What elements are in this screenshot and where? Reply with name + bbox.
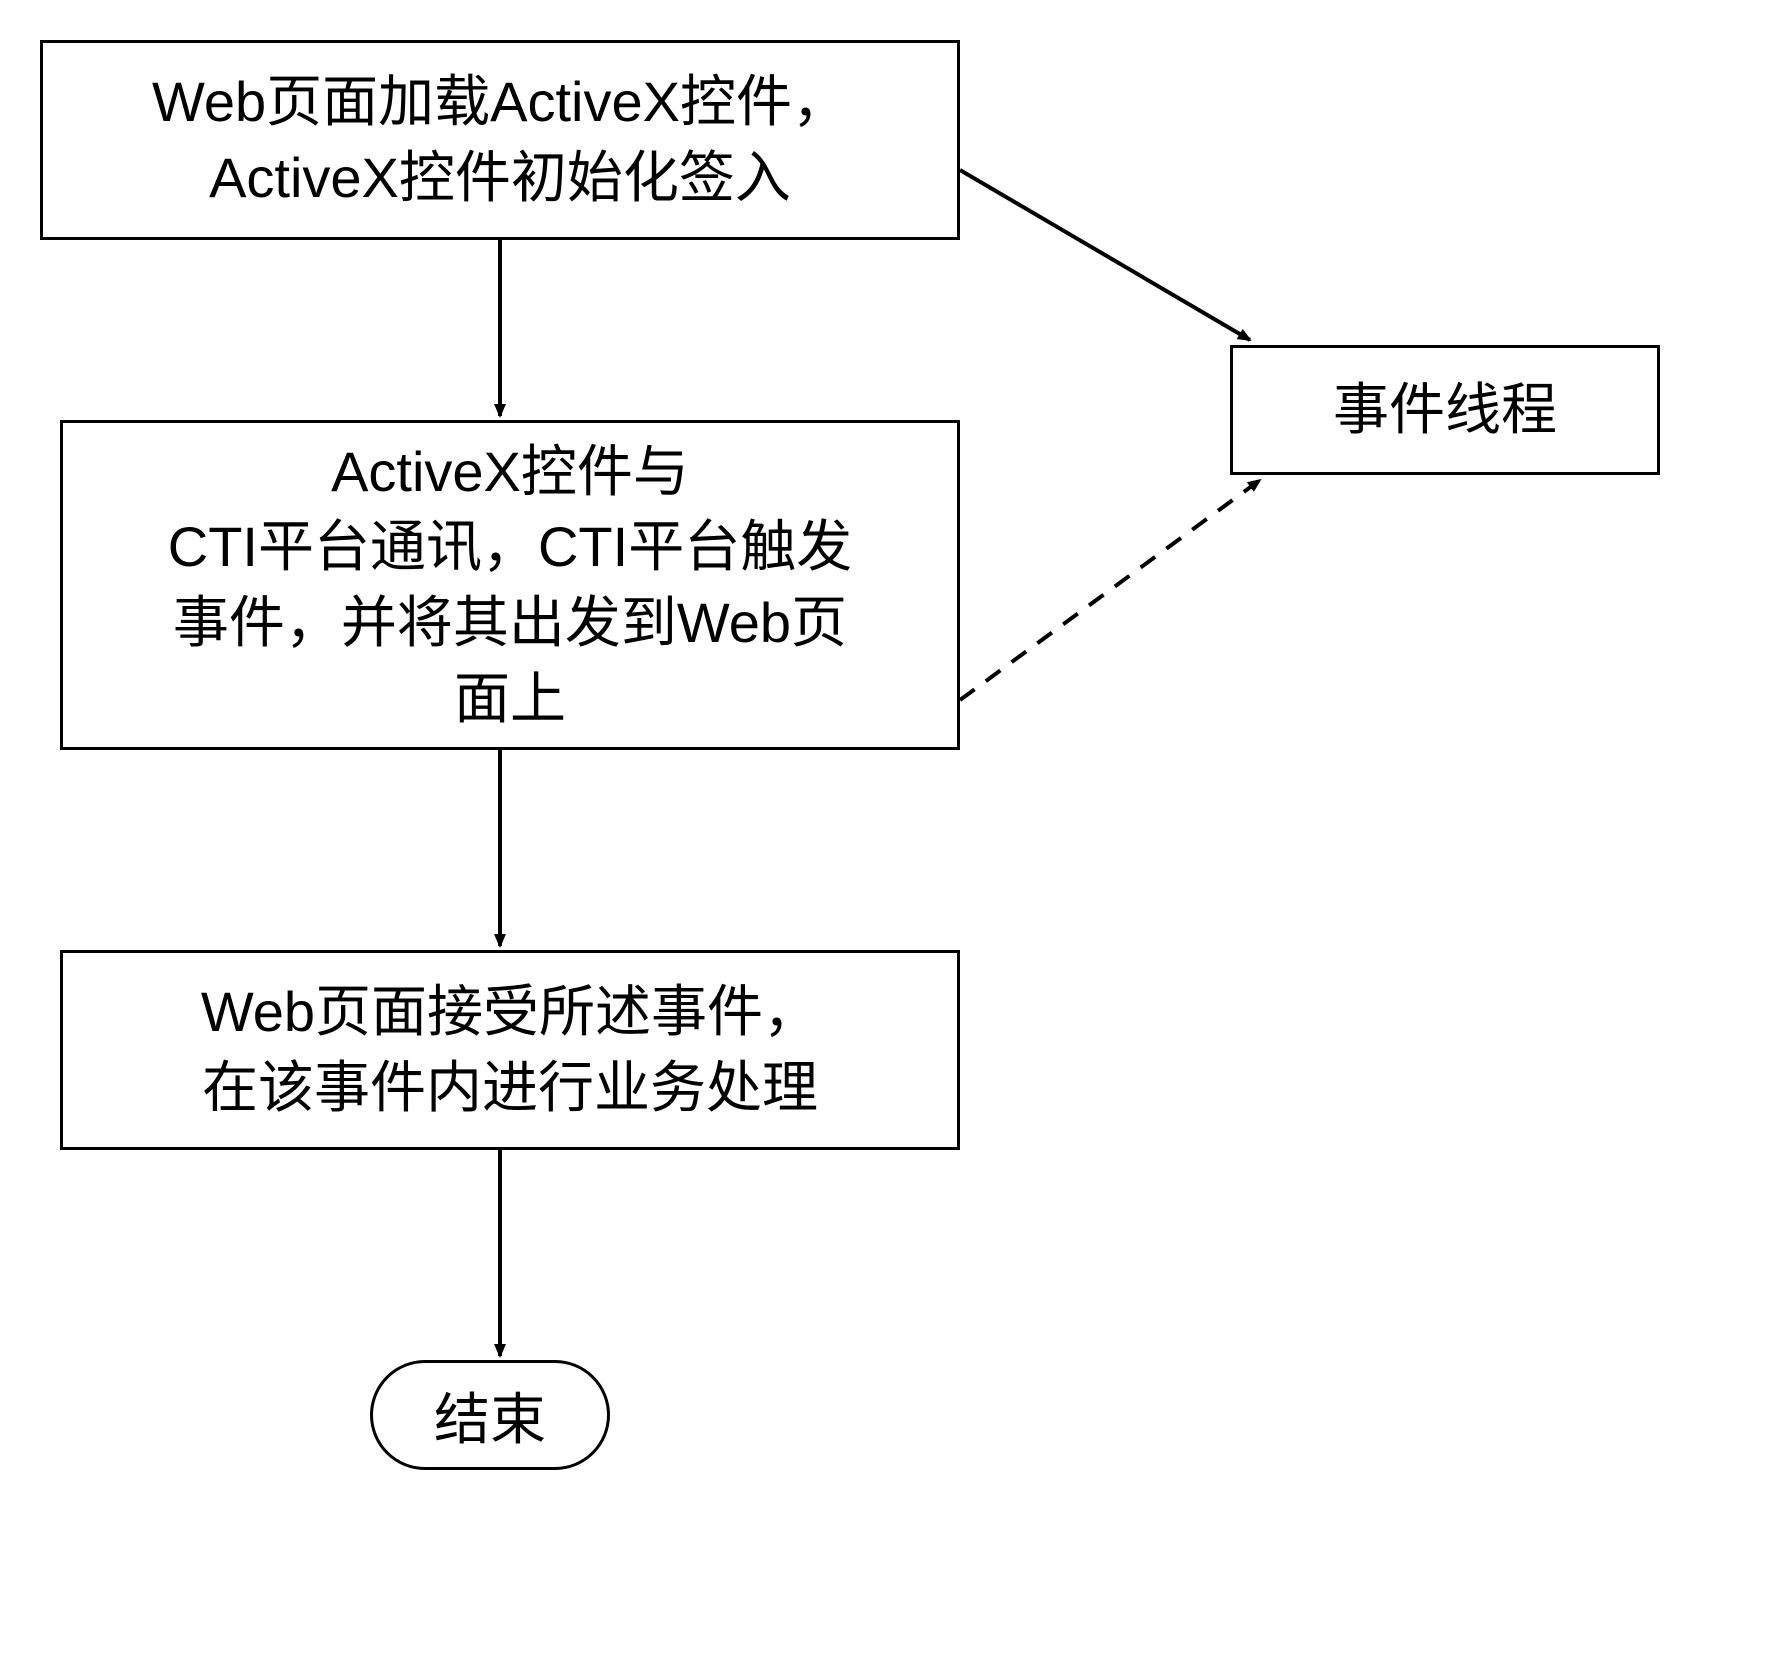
flow-step-label: Web页面接受所述事件， 在该事件内进行业务处理: [201, 974, 819, 1125]
flow-end-label: 结束: [434, 1375, 546, 1456]
flow-connectors: [0, 0, 1772, 1664]
flow-step-web-receive: Web页面接受所述事件， 在该事件内进行业务处理: [60, 950, 960, 1150]
flow-end: 结束: [370, 1360, 610, 1470]
flow-side-event-thread: 事件线程: [1230, 345, 1660, 475]
flow-step-label: Web页面加载ActiveX控件， ActiveX控件初始化签入: [152, 64, 848, 215]
flow-step-cti-communicate: ActiveX控件与 CTI平台通讯，CTI平台触发 事件，并将其出发到Web页…: [60, 420, 960, 750]
flow-step-label: ActiveX控件与 CTI平台通讯，CTI平台触发 事件，并将其出发到Web页…: [168, 434, 852, 736]
flow-step-load-activex: Web页面加载ActiveX控件， ActiveX控件初始化签入: [40, 40, 960, 240]
flow-side-label: 事件线程: [1333, 372, 1557, 448]
